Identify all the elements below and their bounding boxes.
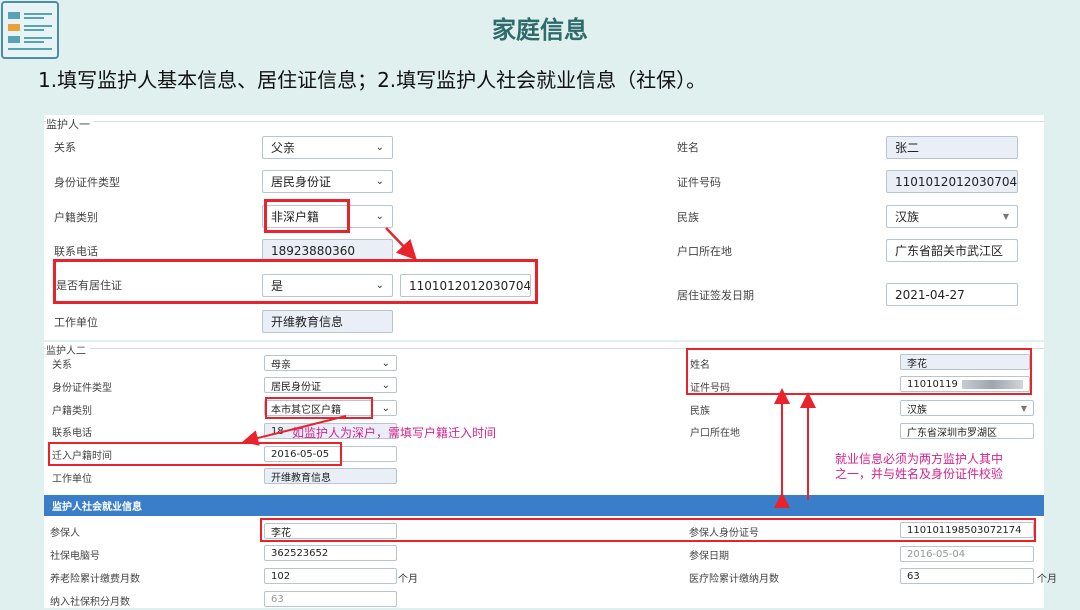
chevron-down-icon: ⌄ bbox=[381, 402, 390, 414]
name-label: 姓名 bbox=[677, 141, 699, 154]
relation-value: 父亲 bbox=[271, 141, 296, 155]
relation-label: 关系 bbox=[54, 141, 76, 154]
idtype2-select[interactable]: 居民身份证 ⌄ bbox=[264, 377, 397, 393]
idtype2-label: 身份证件类型 bbox=[52, 383, 112, 394]
employer-input[interactable]: 开维教育信息 bbox=[262, 310, 393, 333]
employer2-label: 工作单位 bbox=[52, 474, 92, 485]
social-section-header: 监护人社会就业信息 bbox=[44, 495, 1044, 516]
medical-months-input[interactable]: 63 bbox=[900, 568, 1034, 584]
ethnic-value: 汉族 bbox=[895, 210, 920, 224]
permit-date-input[interactable]: 2021-04-27 bbox=[886, 283, 1018, 306]
insured-date-label: 参保日期 bbox=[689, 551, 729, 562]
idtype-label: 身份证件类型 bbox=[54, 176, 120, 189]
idtype-select[interactable]: 居民身份证 ⌄ bbox=[262, 170, 393, 193]
slide-title: 家庭信息 bbox=[492, 16, 588, 44]
medical-unit: 个月 bbox=[1037, 574, 1057, 585]
chevron-down-icon: ⌄ bbox=[375, 142, 384, 153]
idtype-value: 居民身份证 bbox=[271, 175, 332, 189]
points-months-input[interactable]: 63 bbox=[264, 591, 397, 607]
chevron-down-icon: ⌄ bbox=[381, 357, 390, 369]
relation-select[interactable]: 父亲 ⌄ bbox=[262, 136, 393, 159]
ethnic2-label: 民族 bbox=[690, 406, 710, 417]
points-months-label: 纳入社保积分月数 bbox=[50, 597, 130, 608]
hukou-location-input[interactable]: 广东省韶关市武江区 bbox=[886, 239, 1018, 262]
name-input[interactable]: 张二 bbox=[886, 136, 1018, 159]
caret-down-icon: ▼ bbox=[1020, 403, 1027, 413]
chevron-down-icon: ⌄ bbox=[375, 176, 384, 187]
highlight-name-id-box bbox=[686, 348, 1032, 395]
relation2-label: 关系 bbox=[52, 360, 72, 371]
pension-unit: 个月 bbox=[398, 574, 418, 585]
guardian2-legend: 监护人二 bbox=[46, 342, 90, 357]
hukou-location-label: 户口所在地 bbox=[677, 245, 732, 258]
hukou-location2-input[interactable]: 广东省深圳市罗湖区 bbox=[900, 423, 1034, 439]
idno-input[interactable]: 110101201203070454 bbox=[886, 170, 1018, 193]
pension-months-label: 养老险累计缴费月数 bbox=[50, 574, 140, 585]
phone-label: 联系电话 bbox=[54, 245, 98, 258]
relation2-value: 母亲 bbox=[271, 359, 291, 371]
annotation-note-hukou: 如监护人为深户，需填写户籍迁入时间 bbox=[292, 426, 497, 440]
ethnic-select[interactable]: 汉族 ▼ bbox=[886, 205, 1018, 228]
ethnic2-select[interactable]: 汉族 ▼ bbox=[900, 400, 1034, 416]
computer-no-label: 社保电脑号 bbox=[50, 551, 100, 562]
idtype2-value: 居民身份证 bbox=[271, 381, 321, 393]
hukou2-label: 户籍类别 bbox=[52, 406, 92, 417]
highlight-hukou2-box bbox=[265, 397, 373, 419]
caret-down-icon: ▼ bbox=[1002, 212, 1009, 221]
employer-label: 工作单位 bbox=[54, 316, 98, 329]
medical-months-label: 医疗险累计缴纳月数 bbox=[689, 574, 779, 585]
guardian1-legend: 监护人一 bbox=[46, 116, 94, 132]
ethnic-label: 民族 bbox=[677, 211, 699, 224]
phone2-label: 联系电话 bbox=[52, 428, 92, 439]
ethnic2-value: 汉族 bbox=[907, 404, 927, 416]
relation2-select[interactable]: 母亲 ⌄ bbox=[264, 355, 397, 371]
annotation-note-employment-2: 之一，并与姓名及身份证件校验 bbox=[835, 467, 1004, 481]
chevron-down-icon: ⌄ bbox=[375, 211, 384, 222]
slide-subtitle: 1.填写监护人基本信息、居住证信息；2.填写监护人社会就业信息（社保）。 bbox=[38, 68, 707, 92]
pension-months-input[interactable]: 102 bbox=[264, 568, 397, 584]
computer-no-input[interactable]: 362523652 bbox=[264, 545, 397, 561]
highlight-hukou-box bbox=[264, 199, 350, 233]
hukou-location2-label: 户口所在地 bbox=[690, 428, 740, 439]
hukou-label: 户籍类别 bbox=[54, 211, 98, 224]
insured-label: 参保人 bbox=[50, 528, 80, 539]
employer2-input[interactable]: 开维教育信息 bbox=[264, 468, 397, 484]
guardian1-divider bbox=[44, 121, 1044, 122]
highlight-permit-box bbox=[53, 259, 538, 304]
chevron-down-icon: ⌄ bbox=[381, 379, 390, 391]
insured-date-input[interactable]: 2016-05-04 bbox=[900, 546, 1034, 562]
highlight-move-in-box bbox=[48, 442, 342, 466]
highlight-insured-row bbox=[260, 518, 1036, 542]
permit-date-label: 居住证签发日期 bbox=[677, 289, 754, 302]
idno-label: 证件号码 bbox=[677, 176, 721, 189]
